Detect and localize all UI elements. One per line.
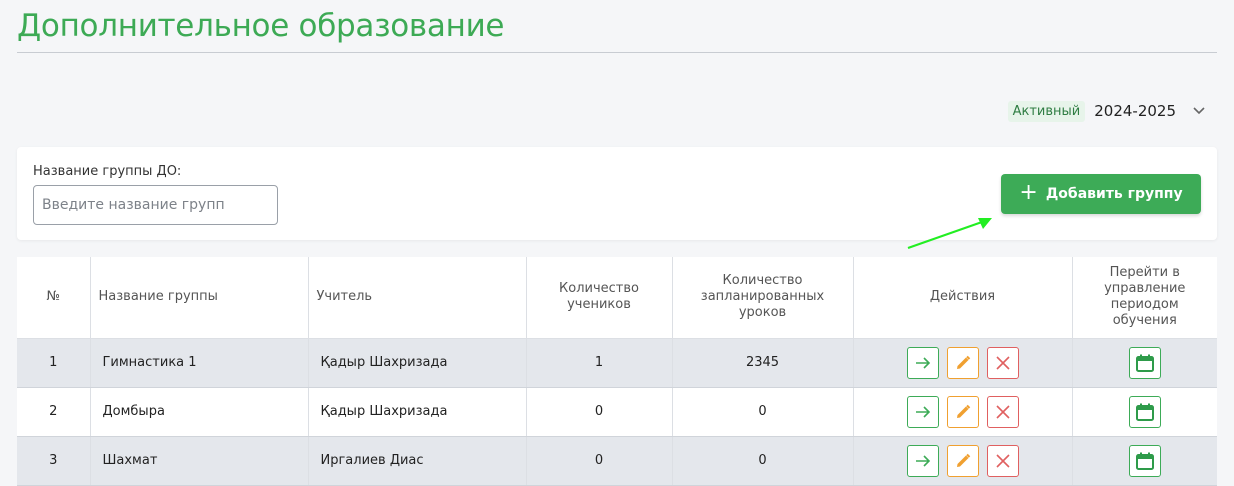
- groups-table: № Название группы Учитель Количество уче…: [17, 257, 1217, 486]
- header-teacher: Учитель: [308, 257, 527, 339]
- plus-icon: +: [1019, 180, 1038, 205]
- annotation-arrow: [907, 218, 992, 250]
- calendar-icon: [1135, 452, 1154, 470]
- period-management-button[interactable]: [1128, 444, 1161, 477]
- period-management-button[interactable]: [1128, 346, 1161, 379]
- cell-teacher: Қадыр Шахризада: [308, 387, 527, 437]
- filter-card: Название группы ДО: + Добавить группу: [17, 147, 1217, 240]
- groups-table-container: № Название группы Учитель Количество уче…: [17, 257, 1217, 486]
- cell-lessons: 2345: [672, 338, 854, 388]
- title-divider: [17, 52, 1217, 53]
- pencil-icon: [956, 355, 970, 369]
- arrow-right-icon: [915, 454, 930, 467]
- close-icon: [995, 404, 1010, 419]
- cell-name: Гимнастика 1: [90, 338, 309, 388]
- cell-lessons: 0: [672, 387, 854, 437]
- page-title: Дополнительное образование: [17, 8, 505, 44]
- edit-group-button[interactable]: [946, 395, 979, 428]
- header-actions: Действия: [853, 257, 1073, 339]
- table-row: 2 Домбыра Қадыр Шахризада 0 0: [17, 387, 1217, 437]
- cell-students: 1: [526, 338, 673, 388]
- period-management-button[interactable]: [1128, 395, 1161, 428]
- header-lessons: Количество запланированных уроков: [672, 257, 854, 339]
- table-row: 3 Шахмат Иргалиев Диас 0 0: [17, 436, 1217, 486]
- cell-actions: [853, 436, 1073, 486]
- edit-group-button[interactable]: [946, 444, 979, 477]
- calendar-icon: [1135, 403, 1154, 421]
- pencil-icon: [956, 404, 970, 418]
- table-row: 1 Гимнастика 1 Қадыр Шахризада 1 2345: [17, 338, 1217, 388]
- pencil-icon: [956, 453, 970, 467]
- period-value[interactable]: 2024-2025: [1094, 102, 1176, 120]
- header-period: Перейти в управление периодом обучения: [1072, 257, 1217, 339]
- open-group-button[interactable]: [906, 444, 939, 477]
- cell-name: Домбыра: [90, 387, 309, 437]
- add-group-button[interactable]: + Добавить группу: [1001, 174, 1201, 214]
- header-students: Количество учеников: [526, 257, 673, 339]
- cell-period: [1072, 387, 1217, 437]
- cell-students: 0: [526, 436, 673, 486]
- cell-num: 1: [17, 338, 91, 388]
- close-icon: [995, 453, 1010, 468]
- cell-name: Шахмат: [90, 436, 309, 486]
- chevron-down-icon[interactable]: [1188, 100, 1210, 122]
- header-name: Название группы: [90, 257, 309, 339]
- cell-actions: [853, 387, 1073, 437]
- cell-teacher: Иргалиев Диас: [308, 436, 527, 486]
- arrow-right-icon: [915, 356, 930, 369]
- close-icon: [995, 355, 1010, 370]
- cell-num: 2: [17, 387, 91, 437]
- period-selector[interactable]: Активный 2024-2025: [1007, 96, 1210, 126]
- cell-period: [1072, 436, 1217, 486]
- group-name-label: Название группы ДО:: [33, 164, 182, 179]
- open-group-button[interactable]: [906, 395, 939, 428]
- add-group-label: Добавить группу: [1045, 186, 1183, 202]
- edit-group-button[interactable]: [946, 346, 979, 379]
- cell-period: [1072, 338, 1217, 388]
- delete-group-button[interactable]: [986, 444, 1019, 477]
- delete-group-button[interactable]: [986, 346, 1019, 379]
- group-name-input[interactable]: [33, 185, 278, 225]
- cell-actions: [853, 338, 1073, 388]
- status-badge: Активный: [1007, 100, 1086, 122]
- cell-teacher: Қадыр Шахризада: [308, 338, 527, 388]
- table-header-row: № Название группы Учитель Количество уче…: [17, 257, 1217, 339]
- delete-group-button[interactable]: [986, 395, 1019, 428]
- calendar-icon: [1135, 354, 1154, 372]
- cell-num: 3: [17, 436, 91, 486]
- open-group-button[interactable]: [906, 346, 939, 379]
- cell-lessons: 0: [672, 436, 854, 486]
- arrow-right-icon: [915, 405, 930, 418]
- header-num: №: [17, 257, 91, 339]
- cell-students: 0: [526, 387, 673, 437]
